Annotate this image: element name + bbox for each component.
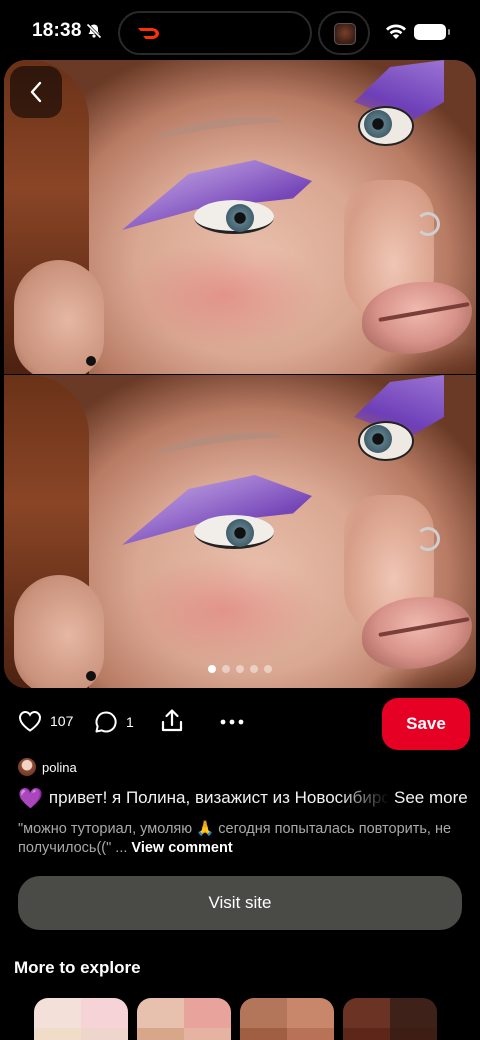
status-time: 18:38 — [32, 20, 82, 41]
like-button[interactable]: 107 — [18, 710, 73, 732]
visit-site-button[interactable]: Visit site — [18, 876, 462, 930]
palette-swatch — [81, 1028, 128, 1040]
share-icon — [161, 709, 183, 732]
palette-swatch — [184, 998, 231, 1028]
comment-button[interactable]: 1 — [94, 710, 134, 734]
palette-swatch — [390, 998, 437, 1028]
share-button[interactable] — [160, 708, 184, 734]
more-to-explore-heading: More to explore — [14, 958, 141, 977]
avatar — [18, 758, 36, 776]
back-button[interactable] — [10, 66, 62, 118]
explore-tile[interactable] — [240, 998, 334, 1040]
live-activity[interactable] — [318, 11, 370, 55]
like-count: 107 — [50, 713, 74, 729]
palette-swatch — [343, 1028, 390, 1040]
pin-photo — [4, 374, 476, 688]
carousel-dot[interactable] — [250, 665, 258, 673]
pin-photo — [4, 60, 476, 374]
palette-swatch — [240, 998, 287, 1028]
palette-swatch — [34, 998, 81, 1028]
palette-swatch — [287, 1028, 334, 1040]
wifi-icon — [386, 24, 406, 39]
bell-slash-icon — [86, 23, 102, 39]
palette-swatch — [287, 998, 334, 1028]
purple-heart-emoji: 💜 — [18, 787, 43, 810]
save-button[interactable]: Save — [382, 698, 470, 750]
explore-tile[interactable] — [137, 998, 231, 1040]
see-more-link[interactable]: See more — [394, 786, 468, 810]
palette-swatch — [343, 998, 390, 1028]
carousel-indicator — [0, 665, 480, 673]
carousel-dot[interactable] — [208, 665, 216, 673]
carousel-dot[interactable] — [264, 665, 272, 673]
palette-swatch — [81, 998, 128, 1028]
palette-swatch — [137, 1028, 184, 1040]
palette-swatch — [390, 1028, 437, 1040]
battery-icon — [414, 24, 450, 40]
palette-swatch — [34, 1028, 81, 1040]
comment-count: 1 — [126, 714, 134, 730]
more-horizontal-icon — [220, 719, 244, 725]
palette-swatch — [184, 1028, 231, 1040]
explore-tile[interactable] — [34, 998, 128, 1040]
palette-swatch — [240, 1028, 287, 1040]
view-comment-link[interactable]: View comment — [131, 840, 232, 856]
palette-swatch — [137, 998, 184, 1028]
author-name: polina — [42, 759, 77, 775]
heart-icon — [18, 710, 42, 732]
carousel-dot[interactable] — [222, 665, 230, 673]
comment-preview[interactable]: "можно туториал, умоляю 🙏 сегодня попыта… — [18, 820, 468, 858]
author[interactable]: polina — [18, 758, 77, 776]
chevron-left-icon — [30, 81, 42, 103]
more-options-button[interactable] — [220, 710, 244, 734]
comment-icon — [95, 711, 117, 733]
comment-preview-text: "можно туториал, умоляю 🙏 сегодня попыта… — [18, 821, 452, 856]
carousel-dot[interactable] — [236, 665, 244, 673]
doordash-logo — [138, 28, 159, 39]
description-text: привет! я Полина, визажист из Новосибирс… — [48, 788, 389, 807]
explore-tile[interactable] — [343, 998, 437, 1040]
status-bar: 18:38 — [0, 0, 480, 62]
dynamic-island[interactable] — [118, 11, 312, 55]
live-activity-thumbnail — [334, 23, 356, 45]
pin-image-carousel[interactable] — [4, 60, 476, 688]
explore-tiles — [34, 998, 454, 1040]
pin-description[interactable]: 💜 привет! я Полина, визажист из Новосиби… — [18, 786, 468, 810]
